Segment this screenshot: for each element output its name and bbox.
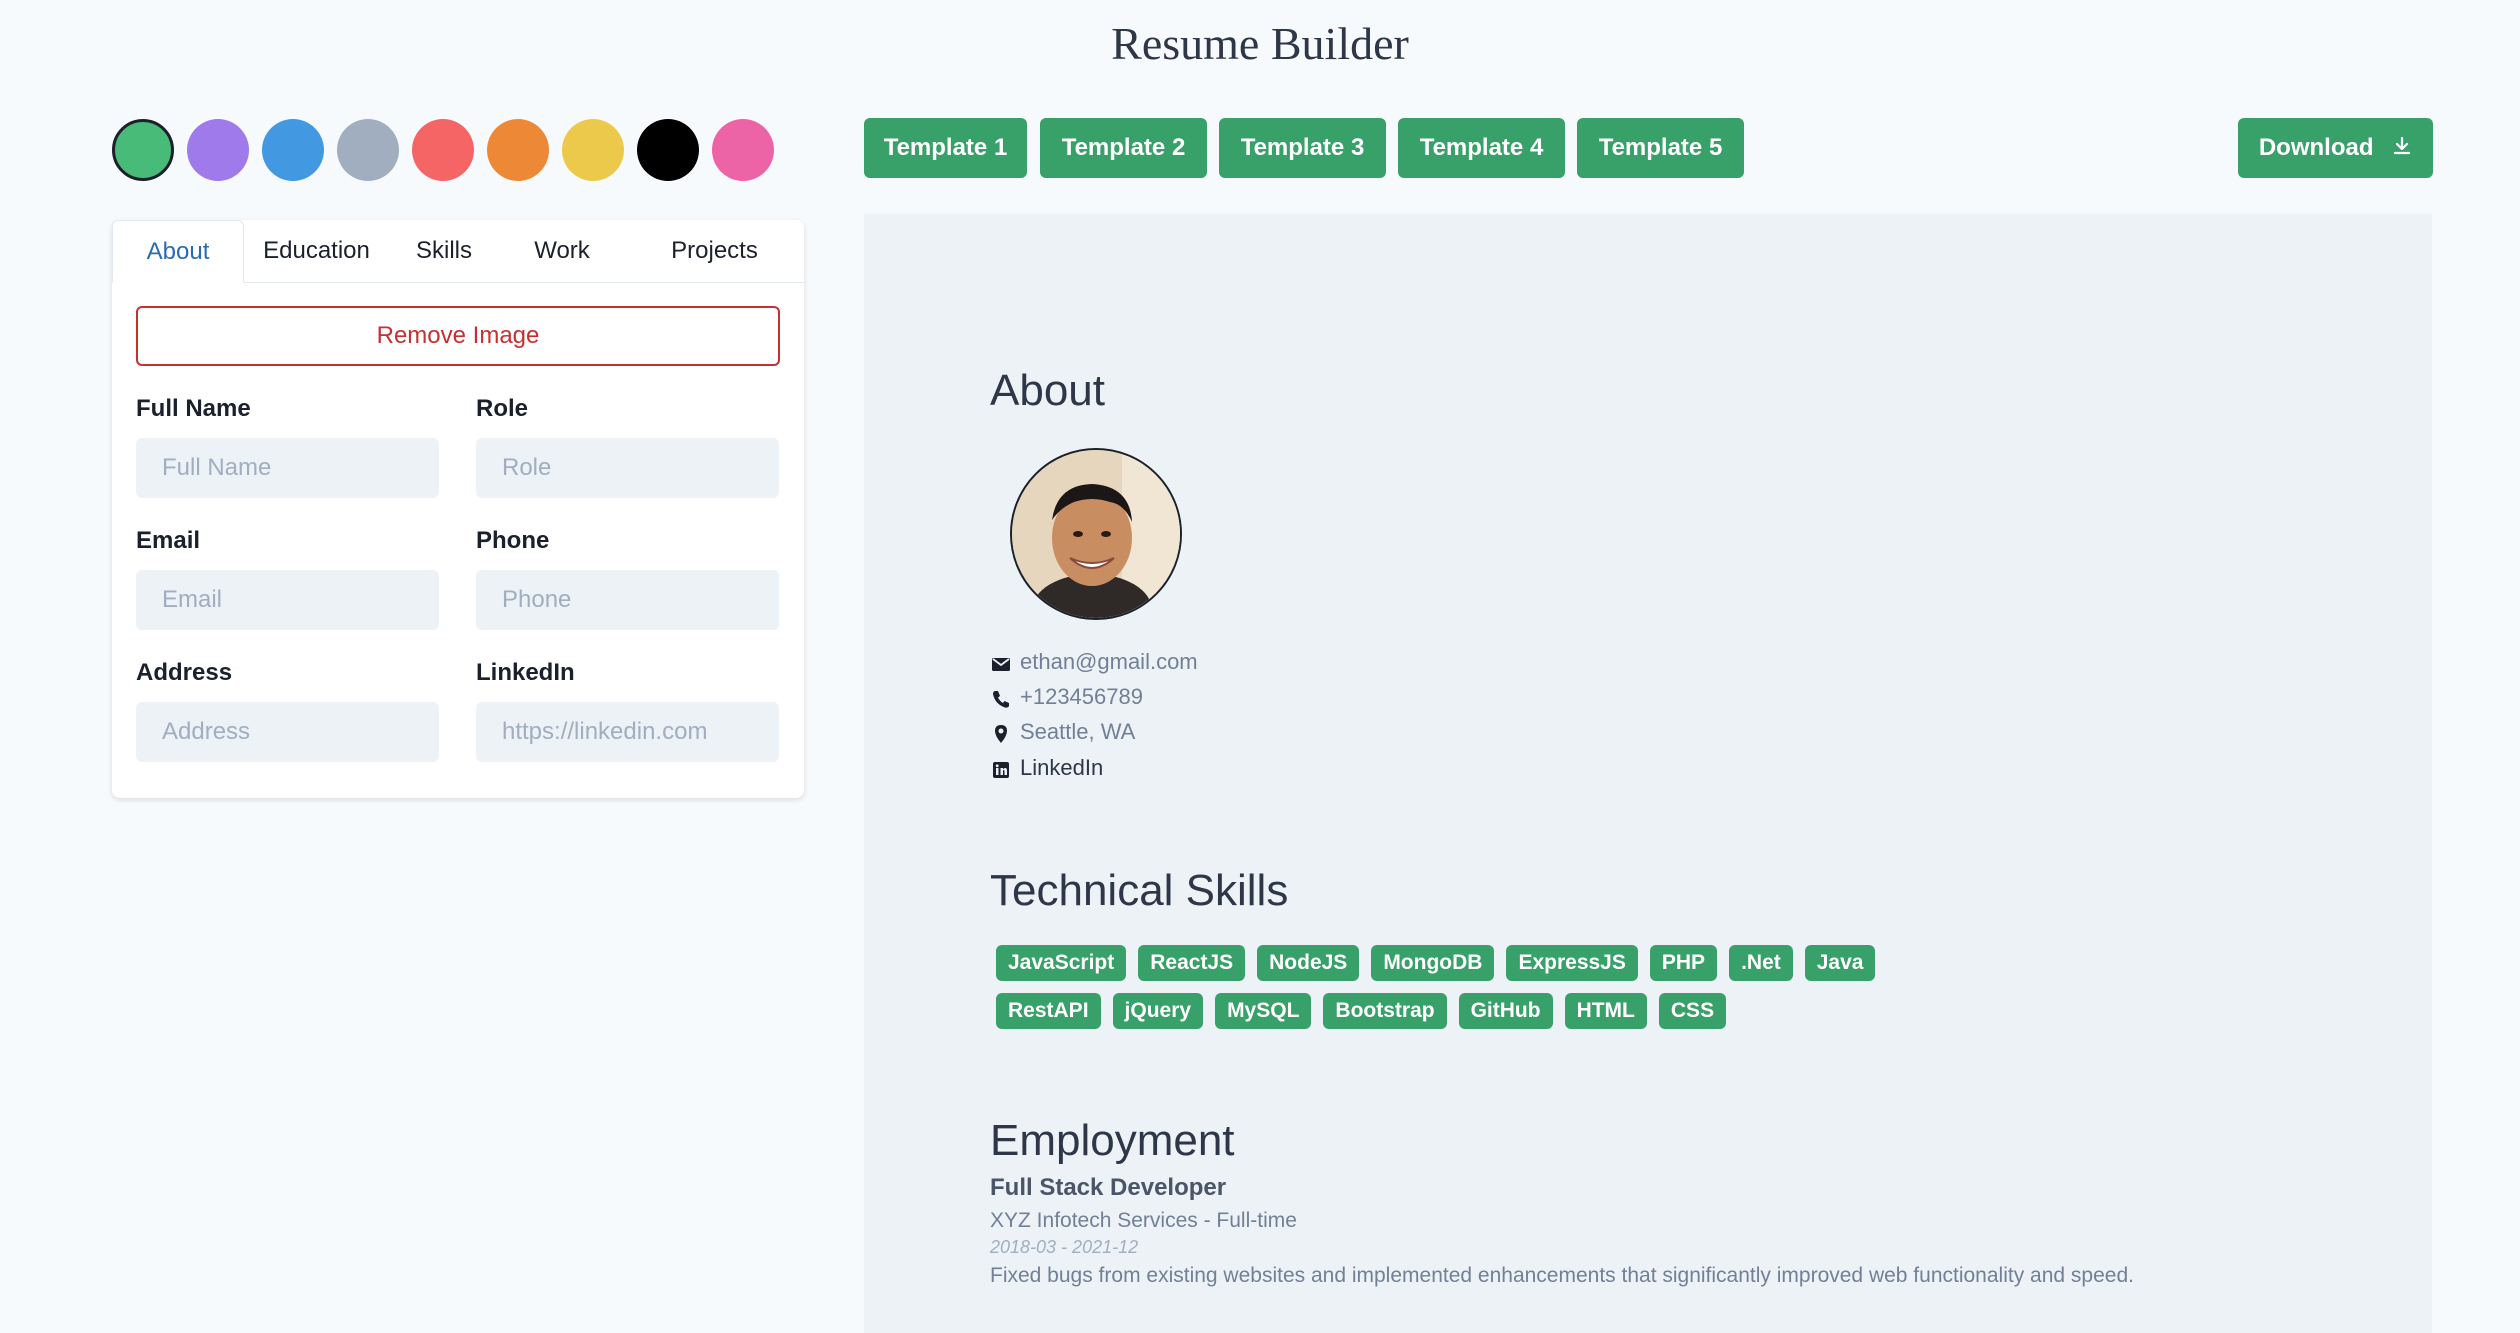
contact-linkedin-text: LinkedIn (1020, 755, 1104, 780)
phone-icon (990, 686, 1012, 708)
linkedin-input[interactable] (476, 702, 779, 762)
contact-address-text: Seattle, WA (1020, 719, 1136, 744)
skill-badge: MongoDB (1371, 945, 1495, 981)
editor-panel: About Education Skills Work Projects Rem… (112, 220, 804, 798)
profile-photo (1010, 448, 1182, 620)
tab-education[interactable]: Education (244, 220, 389, 282)
job-company: XYZ Infotech Services - Full-time (990, 1209, 1297, 1232)
skill-badge: ExpressJS (1506, 945, 1638, 981)
contact-phone-text: +123456789 (1020, 684, 1143, 709)
full-name-label: Full Name (136, 395, 251, 422)
skill-badge: RestAPI (996, 993, 1101, 1029)
skill-badge: PHP (1649, 945, 1718, 981)
editor-tabs: About Education Skills Work Projects (112, 220, 804, 283)
skill-badge: jQuery (1112, 993, 1204, 1029)
email-input[interactable] (136, 570, 439, 630)
download-button[interactable]: Download (2238, 118, 2433, 178)
swatch-pink[interactable] (712, 119, 774, 181)
resume-preview: About ethan@gmail.com +123456789 Seattle… (864, 214, 2432, 1333)
color-swatches (112, 119, 774, 181)
employment-title: Employment (990, 1116, 1235, 1165)
skill-badge: .Net (1729, 945, 1793, 981)
skill-badge: ReactJS (1138, 945, 1246, 981)
address-input[interactable] (136, 702, 439, 762)
template-2-button[interactable]: Template 2 (1040, 118, 1207, 178)
template-1-button[interactable]: Template 1 (864, 118, 1027, 178)
contact-email: ethan@gmail.com (990, 645, 1198, 679)
job-title: Full Stack Developer (990, 1174, 1227, 1201)
mail-icon (990, 651, 1012, 673)
skill-badge: GitHub (1458, 993, 1553, 1029)
tab-work[interactable]: Work (499, 220, 625, 282)
download-label: Download (2258, 134, 2374, 161)
swatch-black[interactable] (637, 119, 699, 181)
email-label: Email (136, 527, 201, 554)
job-dates: 2018-03 - 2021-12 (990, 1237, 1139, 1257)
swatch-red[interactable] (412, 119, 474, 181)
skill-badge: HTML (1564, 993, 1647, 1029)
swatch-orange[interactable] (487, 119, 549, 181)
phone-input[interactable] (476, 570, 779, 630)
skills-list: JavaScript ReactJS NodeJS MongoDB Expres… (996, 945, 1896, 1029)
role-input[interactable] (476, 438, 779, 498)
contact-address: Seattle, WA (990, 715, 1135, 749)
job-description: Fixed bugs from existing websites and im… (990, 1264, 2134, 1287)
skill-badge: CSS (1658, 993, 1727, 1029)
tab-projects[interactable]: Projects (625, 220, 804, 282)
linkedin-label: LinkedIn (476, 659, 575, 686)
swatch-blue[interactable] (262, 119, 324, 181)
skill-badge: JavaScript (996, 945, 1127, 981)
full-name-input[interactable] (136, 438, 439, 498)
remove-image-button[interactable]: Remove Image (136, 306, 780, 366)
skill-badge: Java (1804, 945, 1876, 981)
download-icon (2392, 119, 2412, 179)
contact-email-text: ethan@gmail.com (1020, 649, 1198, 674)
template-5-button[interactable]: Template 5 (1577, 118, 1744, 178)
skill-badge: Bootstrap (1323, 993, 1447, 1029)
linkedin-icon (990, 757, 1012, 779)
technical-skills-title: Technical Skills (990, 866, 1289, 915)
location-pin-icon (990, 721, 1012, 743)
template-3-button[interactable]: Template 3 (1219, 118, 1386, 178)
swatch-gray[interactable] (337, 119, 399, 181)
skill-badge: MySQL (1215, 993, 1312, 1029)
about-section-title: About (990, 366, 1105, 415)
app-title: Resume Builder (1111, 18, 1409, 69)
swatch-purple[interactable] (187, 119, 249, 181)
tab-about[interactable]: About (112, 220, 244, 283)
skill-badge: NodeJS (1257, 945, 1360, 981)
contact-phone: +123456789 (990, 680, 1143, 714)
swatch-yellow[interactable] (562, 119, 624, 181)
phone-label: Phone (476, 527, 550, 554)
address-label: Address (136, 659, 233, 686)
role-label: Role (476, 395, 529, 422)
contact-linkedin[interactable]: LinkedIn (990, 751, 1103, 785)
swatch-green[interactable] (112, 119, 174, 181)
tab-skills[interactable]: Skills (389, 220, 499, 282)
template-4-button[interactable]: Template 4 (1398, 118, 1565, 178)
